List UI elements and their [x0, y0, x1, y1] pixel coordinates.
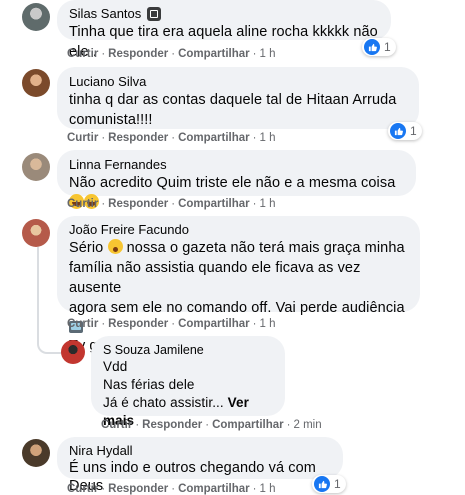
share-link[interactable]: Compartilhar: [178, 198, 250, 210]
comment-text-line: comunista!!!!: [69, 112, 153, 128]
reaction-count[interactable]: 1: [362, 38, 396, 56]
comment-author[interactable]: Nira Hydall: [69, 443, 331, 459]
reply-link[interactable]: Responder: [108, 318, 168, 330]
comment-bubble: Nira Hydall É uns indo e outros chegando…: [57, 437, 343, 494]
comment-bubble: Silas Santos Tinha que tira era aquela a…: [57, 0, 391, 60]
comment-author[interactable]: João Freire Facundo: [69, 222, 408, 238]
comment-text: Não acredito Quim triste ele não e a mes…: [69, 175, 396, 191]
comment-bubble: S Souza Jamilene Vdd Nas férias dele Já …: [91, 336, 285, 428]
comment-joao-freire-facundo: João Freire Facundo Sério nossa o gazeta…: [0, 214, 465, 354]
like-link[interactable]: Curtir: [67, 483, 98, 495]
comment-author[interactable]: Luciano Silva: [69, 74, 407, 90]
reply-link[interactable]: Responder: [108, 483, 168, 495]
like-link[interactable]: Curtir: [101, 419, 132, 431]
like-link[interactable]: Curtir: [67, 48, 98, 60]
comment-nira-hydall: Nira Hydall É uns indo e outros chegando…: [0, 436, 465, 495]
share-link[interactable]: Compartilhar: [178, 318, 250, 330]
comment-bubble: Linna Fernandes Não acredito Quim triste…: [57, 150, 416, 209]
like-icon: [364, 39, 380, 55]
comment-text-line: agora sem ele no comando off. Vai perde …: [69, 300, 405, 316]
reply-link[interactable]: Responder: [108, 132, 168, 144]
comment-bubble: João Freire Facundo Sério nossa o gazeta…: [57, 216, 420, 354]
comment-time[interactable]: 2 min: [294, 419, 322, 431]
comment-author[interactable]: Linna Fernandes: [69, 157, 404, 173]
reply-link[interactable]: Responder: [142, 419, 202, 431]
badge-icon: [147, 7, 162, 21]
share-link[interactable]: Compartilhar: [178, 132, 250, 144]
comment-time[interactable]: 1 h: [260, 48, 276, 60]
comment-actions: Curtir · Responder · Compartilhar · 1 h: [67, 198, 276, 210]
reply-link[interactable]: Responder: [108, 198, 168, 210]
comment-text-line: tinha q dar as contas daquele tal de Hit…: [69, 92, 397, 108]
like-link[interactable]: Curtir: [67, 132, 98, 144]
comment-time[interactable]: 1 h: [260, 132, 276, 144]
avatar[interactable]: [22, 3, 50, 31]
comment-actions: Curtir · Responder · Compartilhar · 1 h: [67, 483, 276, 495]
share-link[interactable]: Compartilhar: [178, 48, 250, 60]
like-link[interactable]: Curtir: [67, 198, 98, 210]
avatar[interactable]: [22, 219, 50, 247]
share-link[interactable]: Compartilhar: [178, 483, 250, 495]
comment-text-line: Nas férias dele: [103, 377, 195, 392]
avatar[interactable]: [61, 340, 85, 364]
comment-actions: Curtir · Responder · Compartilhar · 1 h: [67, 48, 276, 60]
comment-linna-fernandes: Linna Fernandes Não acredito Quim triste…: [0, 148, 465, 212]
like-icon: [314, 476, 330, 492]
comment-actions: Curtir · Responder · Compartilhar · 1 h: [67, 318, 276, 330]
comment-text-line: nossa o gazeta não terá mais graça minha: [122, 240, 405, 256]
comment-time[interactable]: 1 h: [260, 198, 276, 210]
reaction-count[interactable]: 1: [312, 475, 346, 493]
comment-time[interactable]: 1 h: [260, 318, 276, 330]
comment-silas-santos: Silas Santos Tinha que tira era aquela a…: [0, 0, 465, 64]
reaction-count[interactable]: 1: [388, 122, 422, 140]
like-icon: [390, 123, 406, 139]
like-link[interactable]: Curtir: [67, 318, 98, 330]
comment-bubble: Luciano Silva tinha q dar as contas daqu…: [57, 67, 419, 129]
comment-author[interactable]: Silas Santos: [69, 6, 141, 22]
comment-actions: Curtir · Responder · Compartilhar · 1 h: [67, 132, 276, 144]
comment-text-line: Sério: [69, 240, 104, 256]
comment-text-line: família não assistia quando ele ficava a…: [69, 260, 361, 296]
avatar[interactable]: [22, 69, 50, 97]
sad-emoji-icon: [107, 239, 123, 254]
avatar[interactable]: [22, 153, 50, 181]
share-link[interactable]: Compartilhar: [212, 419, 284, 431]
comment-luciano-silva: Luciano Silva tinha q dar as contas daqu…: [0, 64, 465, 150]
reply-s-souza-jamilene: S Souza Jamilene Vdd Nas férias dele Já …: [0, 336, 465, 432]
avatar[interactable]: [22, 439, 50, 467]
comment-text-line: Já é chato assistir...: [103, 395, 224, 410]
reply-link[interactable]: Responder: [108, 48, 168, 60]
comment-author[interactable]: S Souza Jamilene: [103, 342, 273, 358]
comment-actions: Curtir · Responder · Compartilhar · 2 min: [101, 419, 322, 431]
comment-text-line: Vdd: [103, 359, 128, 374]
comment-time[interactable]: 1 h: [260, 483, 276, 495]
